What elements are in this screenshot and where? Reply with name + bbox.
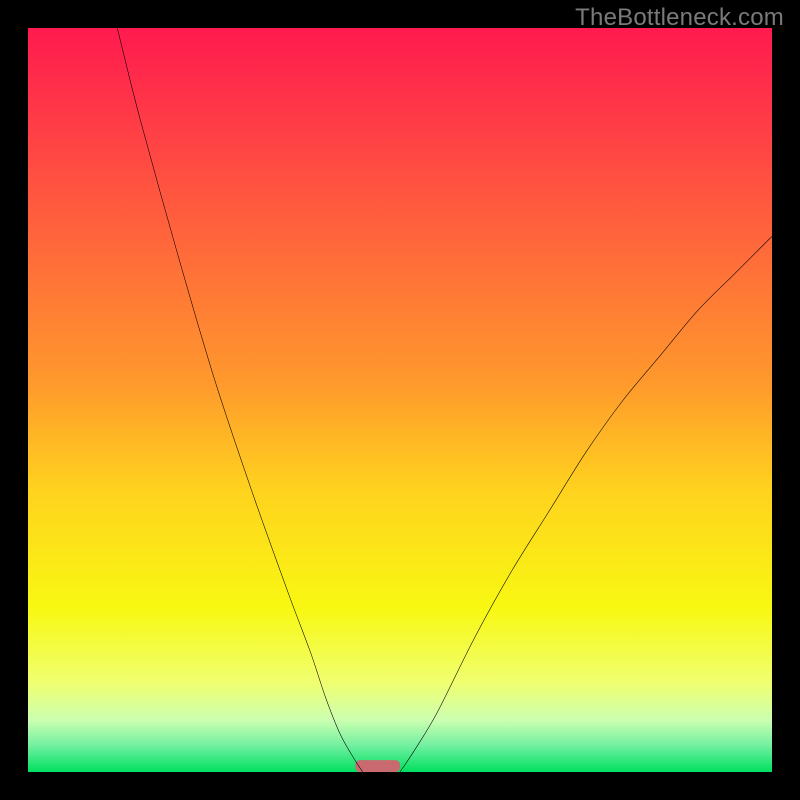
curve-right [400,236,772,772]
bottleneck-marker [355,760,400,772]
watermark-text: TheBottleneck.com [575,4,784,32]
curve-layer [28,28,772,772]
curve-left [117,28,363,772]
plot-area [28,28,772,772]
chart-frame: TheBottleneck.com [0,0,800,800]
